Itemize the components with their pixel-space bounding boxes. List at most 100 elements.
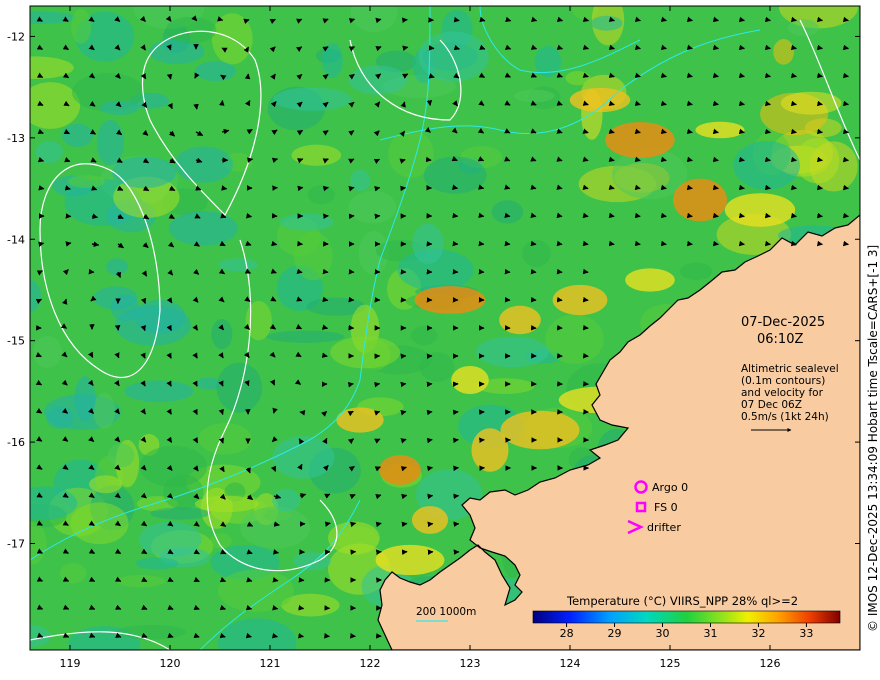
legend-argo-label: Argo 0 xyxy=(652,481,688,494)
velocity-arrow xyxy=(505,16,512,23)
sst-patch xyxy=(124,380,194,403)
velocity-arrow xyxy=(374,466,381,472)
velocity-arrow xyxy=(530,100,537,106)
velocity-arrow xyxy=(660,184,667,191)
velocity-arrow xyxy=(296,268,303,275)
velocity-arrow xyxy=(61,379,68,386)
velocity-arrow xyxy=(270,268,277,274)
velocity-arrow xyxy=(738,128,745,135)
velocity-arrow xyxy=(842,44,849,51)
sst-patch xyxy=(35,140,63,164)
sst-patch xyxy=(174,146,233,183)
sst-warm-patch xyxy=(471,428,509,472)
velocity-arrow xyxy=(298,438,305,445)
velocity-arrow xyxy=(373,410,381,416)
velocity-arrow xyxy=(114,380,120,387)
velocity-arrow xyxy=(247,157,254,163)
lat-tick-label: -12 xyxy=(7,30,25,43)
velocity-arrow xyxy=(347,410,354,417)
colorbar-tick-label: 30 xyxy=(656,627,670,640)
lon-tick-label: 123 xyxy=(460,657,481,670)
velocity-arrow xyxy=(582,156,589,162)
colorbar-tick-label: 29 xyxy=(608,627,622,640)
velocity-arrow xyxy=(738,156,745,163)
velocity-arrow xyxy=(269,18,276,25)
velocity-arrow xyxy=(402,45,409,51)
velocity-arrow xyxy=(38,185,45,191)
sst-patch xyxy=(46,406,74,429)
velocity-arrow xyxy=(296,296,303,302)
velocity-arrow xyxy=(790,100,797,107)
velocity-arrow xyxy=(322,185,329,192)
sst-patch xyxy=(100,100,139,115)
lon-tick-label: 126 xyxy=(760,657,781,670)
velocity-arrow xyxy=(350,521,357,528)
velocity-arrow xyxy=(272,577,279,583)
sst-patch xyxy=(106,258,128,276)
velocity-arrow xyxy=(453,16,460,23)
lon-tick-label: 120 xyxy=(160,657,181,670)
velocity-arrow xyxy=(245,604,253,611)
map-time: 06:10Z xyxy=(757,332,803,347)
sst-map: 119 120 121 122 123 124 125 126 -12 -13 -14 -15 -16… xyxy=(7,5,880,670)
sst-patch xyxy=(279,213,334,231)
velocity-arrow xyxy=(218,380,224,387)
velocity-arrow xyxy=(399,130,406,137)
velocity-arrow xyxy=(582,100,589,106)
sst-patch xyxy=(522,239,551,268)
velocity-arrow xyxy=(712,72,719,79)
description-line: 0.5m/s (1kt 24h) xyxy=(741,411,829,423)
velocity-arrow xyxy=(35,379,42,386)
velocity-arrow xyxy=(38,241,45,248)
velocity-arrow xyxy=(269,351,276,358)
sst-patch xyxy=(71,8,92,44)
velocity-arrow xyxy=(634,100,641,107)
velocity-arrow xyxy=(36,632,44,638)
sst-patch xyxy=(348,65,408,95)
velocity-arrow xyxy=(660,128,667,135)
velocity-arrow xyxy=(608,184,615,191)
velocity-arrow xyxy=(401,493,408,500)
velocity-arrow xyxy=(686,100,693,107)
colorbar-tick-label: 32 xyxy=(751,627,765,640)
velocity-arrow xyxy=(221,185,228,191)
velocity-arrow xyxy=(477,127,485,134)
velocity-arrow xyxy=(322,158,329,164)
sst-warm-patch xyxy=(414,286,486,314)
colorbar-tick-label: 31 xyxy=(703,627,717,640)
velocity-arrow xyxy=(270,296,277,302)
sst-patch xyxy=(291,144,342,166)
velocity-arrow xyxy=(400,101,406,108)
velocity-arrow xyxy=(193,103,199,110)
velocity-arrow xyxy=(166,44,172,51)
sst-patch xyxy=(272,489,301,512)
velocity-arrow xyxy=(35,408,43,414)
velocity-arrow xyxy=(272,549,279,555)
velocity-arrow xyxy=(790,44,797,51)
velocity-arrow xyxy=(634,184,641,191)
velocity-arrow xyxy=(842,72,849,79)
velocity-arrow xyxy=(634,156,641,163)
velocity-arrow xyxy=(712,100,719,107)
velocity-arrow xyxy=(243,351,250,358)
velocity-arrow xyxy=(816,72,823,79)
sst-warm-patch xyxy=(499,305,541,335)
sst-patch xyxy=(114,305,191,346)
velocity-arrow xyxy=(764,128,771,135)
velocity-arrow xyxy=(272,604,279,611)
velocity-arrow xyxy=(790,128,797,135)
sst-patch xyxy=(307,185,335,205)
velocity-arrow xyxy=(660,156,667,163)
description-line: Altimetric sealevel xyxy=(741,363,839,375)
sst-patch xyxy=(513,89,555,103)
velocity-arrow xyxy=(271,240,278,247)
sst-patch xyxy=(68,175,105,188)
velocity-arrow xyxy=(634,128,641,135)
velocity-arrow xyxy=(479,16,486,23)
lon-tick-label: 125 xyxy=(660,657,681,670)
velocity-arrow xyxy=(790,72,797,79)
velocity-arrow xyxy=(556,44,563,50)
sst-patch xyxy=(272,436,335,479)
velocity-arrow xyxy=(295,351,302,358)
colorbar-tick-label: 33 xyxy=(799,627,813,640)
